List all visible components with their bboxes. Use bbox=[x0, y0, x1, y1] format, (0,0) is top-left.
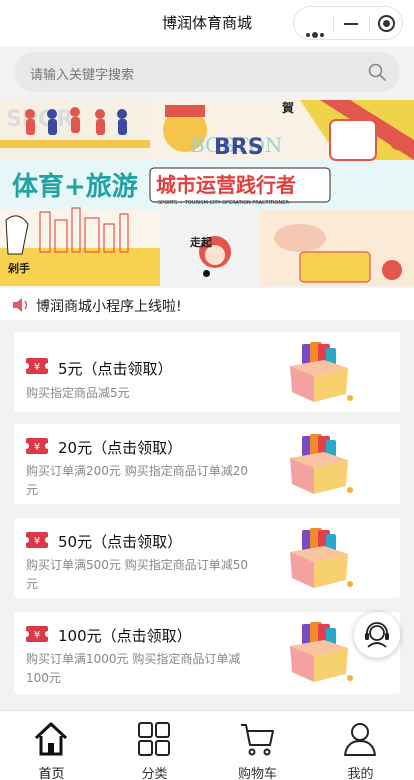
gift-box-icon bbox=[290, 528, 353, 588]
svg-text:城市运营践行者: 城市运营践行者 bbox=[156, 173, 296, 197]
coupon-card[interactable]: ¥ 5元（点击领取） 购买指定商品减5元 bbox=[14, 332, 400, 412]
coupon-amount[interactable]: 20元（点击领取） bbox=[58, 437, 182, 458]
coupon-desc: 购买订单满200元 购买指定商品订单减20元 bbox=[26, 464, 248, 497]
minimize-icon[interactable] bbox=[344, 23, 358, 25]
brs-logo-text: BRS bbox=[214, 135, 264, 160]
coupon-card[interactable]: ¥ 20元（点击领取） 购买订单满200元 购买指定商品订单减20元 bbox=[14, 424, 400, 504]
gift-box-icon bbox=[290, 622, 353, 682]
gift-box-icon bbox=[290, 434, 353, 494]
tab-cart[interactable]: 购物车 bbox=[206, 711, 309, 780]
tab-label: 分类 bbox=[141, 767, 168, 780]
tab-bar: 首页 分类 购物车 我的 bbox=[0, 710, 414, 780]
search-input[interactable]: 请输入关键字搜索 bbox=[30, 64, 134, 83]
navigation-bar: 博润体育商城 bbox=[0, 0, 414, 46]
capsule-divider bbox=[333, 15, 334, 33]
tab-label: 购物车 bbox=[237, 767, 277, 780]
coupon-desc: 购买订单满500元 购买指定商品订单减50元 bbox=[26, 558, 248, 591]
menu-capsule bbox=[293, 6, 403, 40]
coupon-yen-icon: ¥ bbox=[26, 626, 48, 642]
svg-text:走起: 走起 bbox=[189, 235, 213, 249]
svg-text:SPORTS + TOURISM CITY OPERATIO: SPORTS + TOURISM CITY OPERATION PRACTITI… bbox=[158, 200, 289, 206]
close-target-icon[interactable] bbox=[378, 15, 395, 32]
search-icon[interactable] bbox=[368, 63, 386, 81]
svg-text:体育+旅游: 体育+旅游 bbox=[12, 171, 138, 202]
banner-illustration: SPOR BOSTON BRS 賀 体育+旅游 城市运营践行者 SPORTS +… bbox=[0, 100, 414, 286]
speaker-icon bbox=[13, 298, 28, 312]
coupon-yen-icon: ¥ bbox=[26, 358, 48, 374]
coupon-card[interactable]: ¥ 100元（点击领取） 购买订单满1000元 购买指定商品订单减100元 bbox=[14, 612, 400, 694]
tab-category[interactable]: 分类 bbox=[103, 711, 206, 780]
grid-icon bbox=[138, 722, 170, 756]
coupon-amount[interactable]: 5元（点击领取） bbox=[58, 358, 173, 379]
tab-home[interactable]: 首页 bbox=[0, 711, 103, 780]
customer-service-button[interactable] bbox=[354, 612, 400, 658]
svg-text:¥: ¥ bbox=[34, 442, 40, 453]
svg-text:¥: ¥ bbox=[34, 362, 40, 373]
capsule-divider bbox=[369, 15, 370, 33]
promo-banner[interactable]: SPOR BOSTON BRS 賀 体育+旅游 城市运营践行者 SPORTS +… bbox=[0, 100, 414, 286]
more-icon[interactable] bbox=[306, 22, 326, 41]
tab-label: 首页 bbox=[38, 767, 65, 780]
cart-icon bbox=[241, 724, 274, 756]
coupon-yen-icon: ¥ bbox=[26, 532, 48, 548]
coupon-amount[interactable]: 50元（点击领取） bbox=[58, 531, 182, 552]
banner-indicator-dot[interactable] bbox=[203, 270, 210, 277]
search-bar[interactable]: 请输入关键字搜索 bbox=[14, 52, 400, 92]
notice-text: 博润商城小程序上线啦! bbox=[36, 299, 182, 315]
svg-text:剁手: 剁手 bbox=[8, 261, 30, 275]
coupon-card[interactable]: ¥ 50元（点击领取） 购买订单满500元 购买指定商品订单减50元 bbox=[14, 518, 400, 598]
tab-mine[interactable]: 我的 bbox=[309, 711, 412, 780]
home-icon bbox=[34, 722, 68, 756]
notice-bar: 博润商城小程序上线啦! bbox=[0, 288, 414, 320]
headset-icon bbox=[365, 622, 389, 648]
svg-text:SPOR: SPOR bbox=[6, 107, 74, 132]
coupon-yen-icon: ¥ bbox=[26, 438, 48, 454]
svg-text:賀: 賀 bbox=[281, 100, 294, 115]
user-icon bbox=[344, 723, 376, 756]
svg-text:¥: ¥ bbox=[34, 630, 40, 641]
coupon-desc: 购买订单满1000元 购买指定商品订单减100元 bbox=[26, 652, 241, 685]
coupon-amount[interactable]: 100元（点击领取） bbox=[58, 625, 192, 646]
svg-text:¥: ¥ bbox=[34, 536, 40, 547]
tab-label: 我的 bbox=[347, 767, 374, 780]
gift-box-icon bbox=[290, 342, 353, 402]
coupon-desc: 购买指定商品减5元 bbox=[26, 386, 130, 400]
